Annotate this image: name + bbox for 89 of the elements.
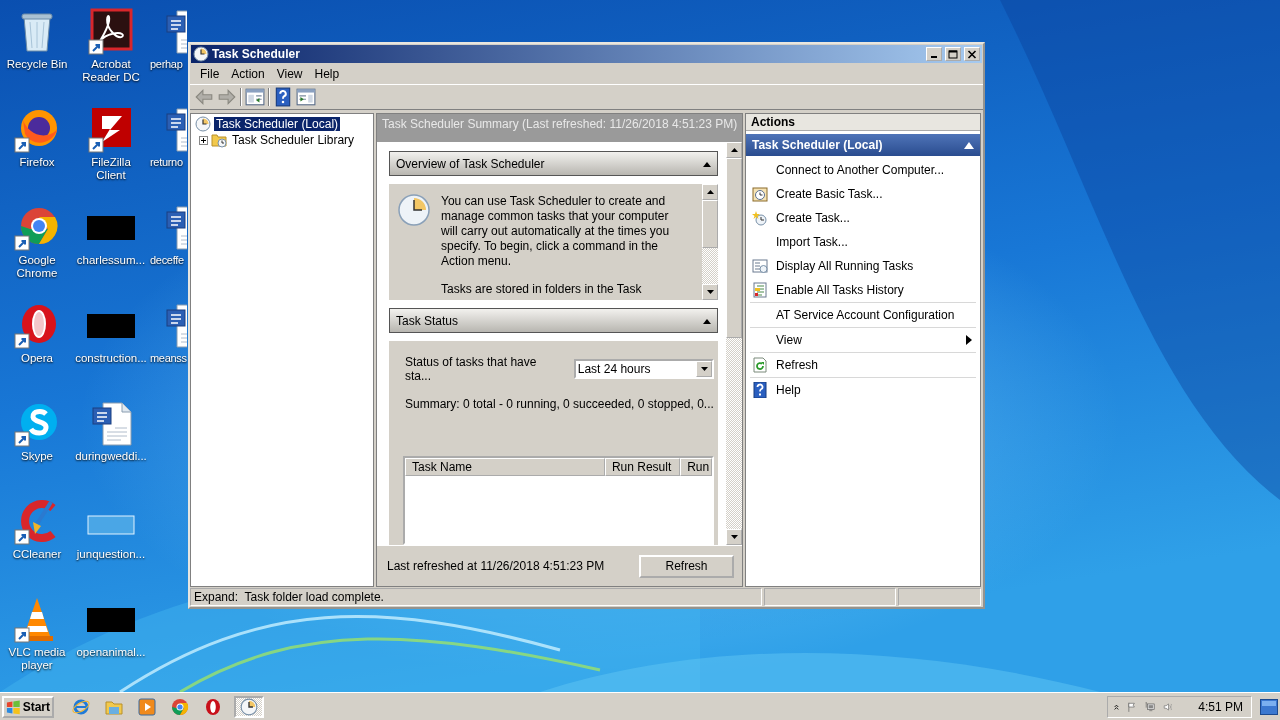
command-item[interactable]: Connect to Another Computer... (750, 158, 976, 182)
scrollbar[interactable] (726, 142, 742, 545)
command-item[interactable]: Import Task... (750, 230, 976, 254)
paragraph: Tasks are stored in folders in the Task (441, 282, 643, 297)
tree-item[interactable]: Task Scheduler (Local) (214, 117, 341, 131)
icon-label: perhap (149, 58, 183, 71)
icon-label: Skype (20, 450, 54, 463)
icon-label: deceffe (149, 254, 184, 267)
folder-icon (211, 132, 227, 148)
arrow-up-icon[interactable] (706, 190, 714, 194)
section-header[interactable]: Task Status (389, 308, 718, 333)
command-item[interactable]: Display All Running Tasks (750, 254, 976, 278)
arrow-down-icon[interactable] (730, 535, 738, 539)
arrow-down-icon[interactable] (706, 290, 714, 294)
refresh-icon (752, 357, 768, 373)
minimize-button[interactable] (926, 47, 942, 61)
taskbar-button[interactable] (234, 695, 264, 718)
pane-header: Task Scheduler Summary (Last refreshed: 11/26/2018 4:51:23 PM) (377, 114, 742, 142)
task-list-icon (752, 258, 768, 274)
summary-text: Summary: 0 total - 0 running, 0 succeeded, 0 stopped, 0... (405, 397, 714, 411)
refresh-time: Last refreshed at 11/26/2018 4:51:23 PM (387, 559, 605, 573)
panel-icon[interactable] (245, 87, 265, 107)
collapse-icon[interactable] (964, 141, 974, 149)
icon-label: Acrobat Reader DC (81, 58, 141, 84)
status-text: Expand: Task folder load complete. (190, 588, 762, 606)
command-item[interactable]: AT Service Account Configuration (750, 303, 976, 327)
icon-label: VLC media player (7, 646, 67, 672)
icon-label: Google Chrome (15, 254, 59, 280)
icon-label: junquestion... (75, 548, 147, 561)
command-item[interactable]: Create Task... (750, 206, 976, 230)
minimize-icon (931, 56, 937, 58)
column-header[interactable]: Task Name (405, 458, 605, 476)
icon-label: meanss (149, 352, 187, 365)
expand-toggle-icon[interactable] (199, 135, 208, 145)
icon-label: openanimal... (75, 646, 147, 659)
section-header[interactable]: Overview of Task Scheduler (389, 151, 718, 176)
icon-label: FileZilla Client (90, 156, 132, 182)
command-item[interactable]: Create Basic Task... (750, 182, 976, 206)
list-icon (752, 282, 768, 298)
help-icon[interactable] (273, 87, 293, 107)
close-button[interactable] (964, 47, 980, 61)
icon-label: charlessum... (75, 254, 147, 267)
clock-icon (195, 116, 211, 132)
icon-label: Opera (20, 352, 54, 365)
icon-label: duringweddi... (75, 450, 147, 463)
media-player-icon[interactable] (138, 697, 156, 716)
period-dropdown[interactable]: Last 24 hours (573, 359, 714, 379)
scrollbar[interactable] (702, 184, 718, 300)
group-header[interactable]: Task Scheduler (Local) (746, 134, 980, 156)
close-icon (967, 49, 977, 59)
arrow-up-icon[interactable] (730, 148, 738, 152)
command-item[interactable]: View (750, 328, 976, 352)
start-button[interactable]: Start (2, 695, 54, 718)
clock-time[interactable]: 4:51 PM (1198, 699, 1243, 714)
dropdown-arrow-icon[interactable] (700, 367, 708, 371)
paragraph: You can use Task Scheduler to create and manage common tasks that your computer will carry out automatically at the times you specify. To begin, click a command in the Action menu. (441, 194, 671, 269)
column-header[interactable]: Run (680, 458, 712, 476)
calendar-clock-icon (752, 186, 768, 202)
command-item[interactable]: Help (750, 378, 976, 402)
collapse-icon[interactable] (703, 317, 711, 324)
icon-label: construction... (75, 352, 147, 365)
icon-label: Recycle Bin (5, 58, 69, 71)
icon-label: Firefox (18, 156, 56, 169)
menu-item[interactable]: File (194, 65, 226, 83)
clock-icon (193, 46, 209, 62)
menu-item[interactable]: View (270, 65, 309, 83)
clock-icon (397, 193, 431, 227)
window-title: Task Scheduler (212, 47, 301, 61)
pane-header: Actions (746, 114, 980, 131)
menu-item[interactable]: Help (308, 65, 346, 83)
command-item[interactable]: Enable All Tasks History (750, 278, 976, 302)
flag-logo-icon (6, 698, 21, 715)
collapse-icon[interactable] (703, 160, 711, 167)
help-icon (752, 382, 768, 398)
show-desktop-button[interactable] (1260, 698, 1278, 715)
icon-label: returno (149, 156, 183, 169)
clock-icon (752, 210, 768, 226)
column-header[interactable]: Run Result (604, 458, 681, 476)
pdf-app-icon[interactable] (87, 8, 135, 56)
refresh-button[interactable]: Refresh (639, 554, 734, 578)
maximize-button[interactable] (945, 47, 961, 61)
maximize-icon (948, 49, 958, 59)
menu-item[interactable]: Action (225, 65, 271, 83)
filter-label: Status of tasks that have sta... (405, 355, 538, 383)
app-icon[interactable] (204, 697, 222, 716)
tree-item[interactable]: Task Scheduler Library (230, 133, 357, 147)
command-item[interactable]: Refresh (750, 353, 976, 377)
icon-label: CCleaner (11, 548, 63, 561)
clock-icon (240, 697, 258, 716)
